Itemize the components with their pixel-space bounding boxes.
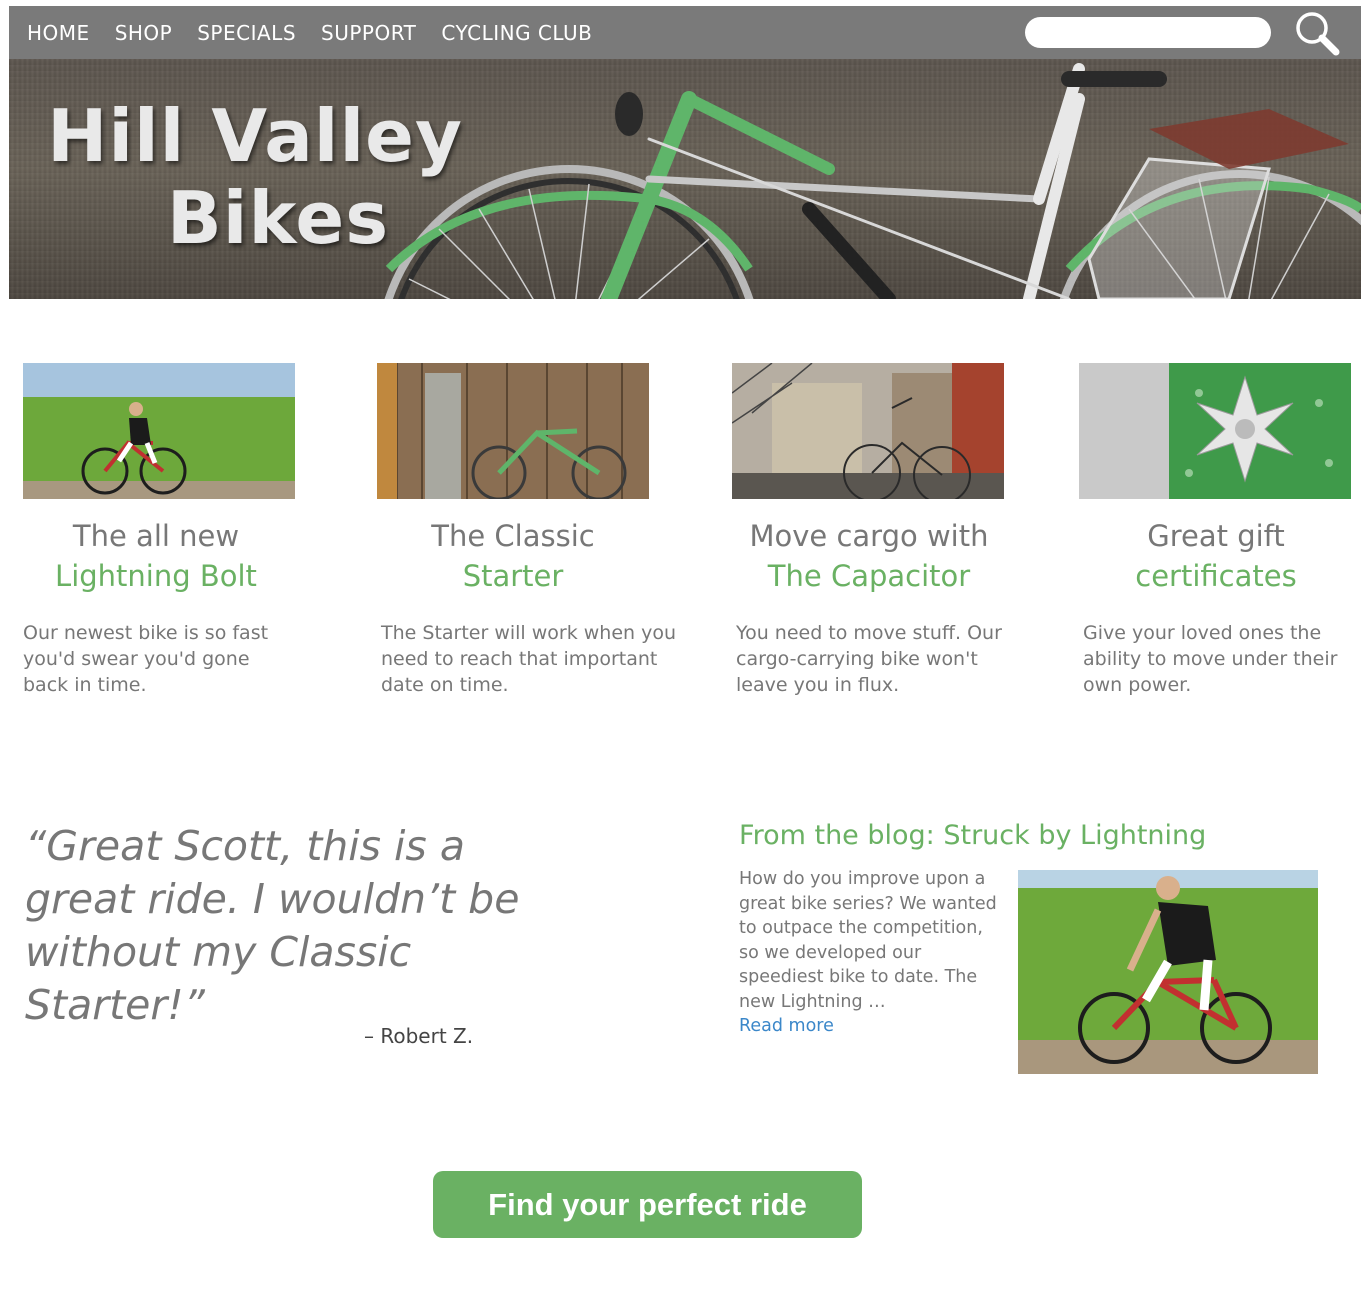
card-title-lead: Move cargo with: [749, 519, 989, 553]
card-capacitor[interactable]: Move cargo with The Capacitor You need t…: [732, 363, 1032, 698]
card-title-highlight[interactable]: Starter: [377, 556, 649, 596]
hero-title-line1: Hill Valley: [47, 94, 463, 178]
blog-title[interactable]: From the blog: Struck by Lightning: [739, 820, 1206, 851]
card-title: Great gift certificates: [1079, 516, 1353, 596]
card-description: You need to move stuff. Our cargo-carryi…: [736, 622, 1002, 696]
card-title-lead: The Classic: [431, 519, 595, 553]
nav-cycling-club[interactable]: CYCLING CLUB: [441, 21, 592, 45]
blog-image[interactable]: [1018, 870, 1318, 1074]
nav-support[interactable]: SUPPORT: [321, 21, 416, 45]
card-image-capacitor[interactable]: [732, 363, 1004, 499]
card-title: The Classic Starter: [377, 516, 649, 596]
card-lightning-bolt[interactable]: The all new Lightning Bolt Our newest bi…: [23, 363, 323, 698]
card-title-highlight[interactable]: The Capacitor: [732, 556, 1006, 596]
testimonial-quote: “Great Scott, this is a great ride. I wo…: [25, 822, 520, 1029]
card-title-highlight[interactable]: Lightning Bolt: [23, 556, 289, 596]
card-classic-starter[interactable]: The Classic Starter The Starter will wor…: [377, 363, 677, 698]
blog-excerpt-text: How do you improve upon a great bike ser…: [739, 869, 997, 1012]
card-description: Our newest bike is so fast you'd swear y…: [23, 622, 269, 696]
hero-title: Hill Valley Bikes: [45, 95, 465, 259]
nav-shop[interactable]: SHOP: [115, 21, 173, 45]
nav-home[interactable]: HOME: [27, 21, 90, 45]
card-title-lead: Great gift: [1147, 519, 1285, 553]
card-title-highlight[interactable]: certificates: [1079, 556, 1353, 596]
card-title-lead: The all new: [72, 519, 240, 553]
blog-excerpt: How do you improve upon a great bike ser…: [739, 867, 1001, 1039]
card-title: The all new Lightning Bolt: [23, 516, 289, 596]
card-description: Give your loved ones the ability to move…: [1083, 622, 1338, 696]
search-icon[interactable]: [1291, 8, 1343, 58]
card-gift-certificates[interactable]: Great gift certificates Give your loved …: [1079, 363, 1366, 698]
nav-links: HOME SHOP SPECIALS SUPPORT CYCLING CLUB: [9, 21, 617, 45]
read-more-link[interactable]: Read more: [739, 1014, 1001, 1039]
search-input[interactable]: [1025, 17, 1271, 48]
top-nav: HOME SHOP SPECIALS SUPPORT CYCLING CLUB: [9, 6, 1361, 59]
card-title: Move cargo with The Capacitor: [732, 516, 1006, 596]
hero-title-line2: Bikes: [166, 176, 390, 260]
find-your-ride-button[interactable]: Find your perfect ride: [433, 1171, 862, 1238]
card-description: The Starter will work when you need to r…: [381, 622, 677, 696]
card-image-classic-starter[interactable]: [377, 363, 649, 499]
testimonial-author: – Robert Z.: [364, 1024, 474, 1048]
nav-specials[interactable]: SPECIALS: [197, 21, 296, 45]
hero-banner: Hill Valley Bikes: [9, 59, 1361, 299]
card-image-lightning-bolt[interactable]: [23, 363, 295, 499]
card-image-gift-certificates[interactable]: [1079, 363, 1351, 499]
